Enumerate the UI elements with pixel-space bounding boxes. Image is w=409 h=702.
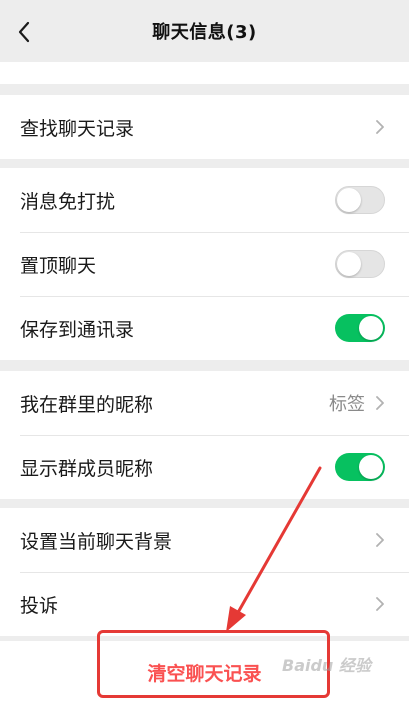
annotation-arrow-icon xyxy=(226,466,322,632)
baidu-watermark-logo: Baidu 经验 xyxy=(282,656,371,675)
